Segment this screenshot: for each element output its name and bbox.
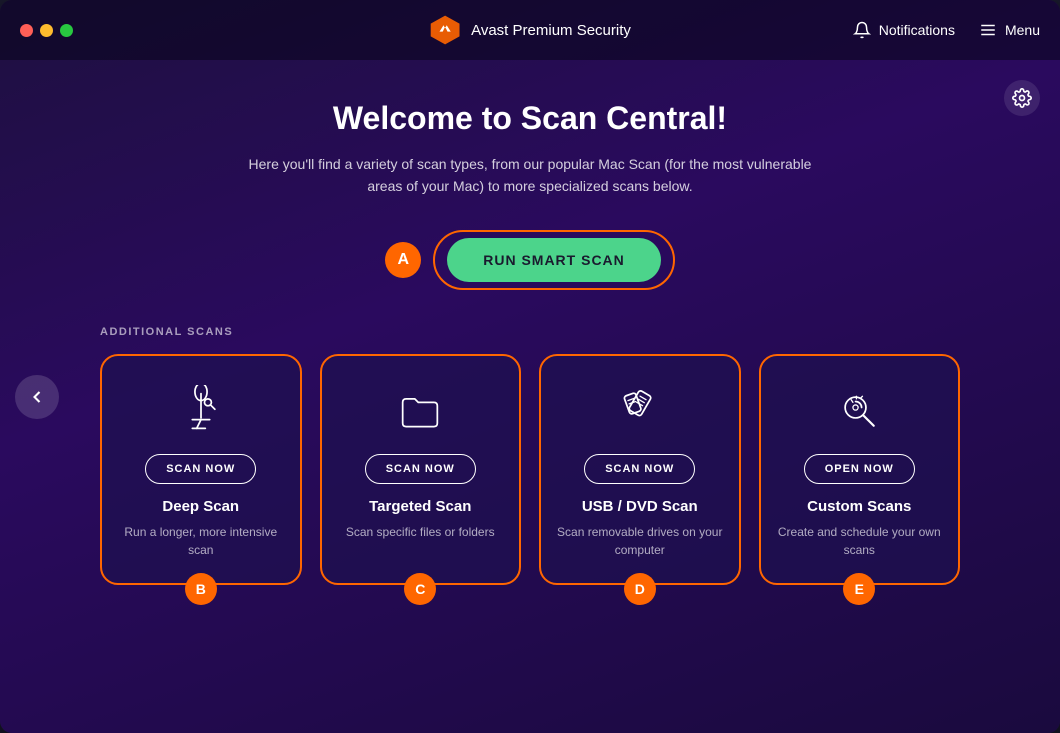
app-window: Avast Premium Security Notifications Men…	[0, 0, 1060, 733]
bell-icon	[853, 21, 871, 39]
menu-icon	[979, 21, 997, 39]
back-arrow-button[interactable]	[15, 375, 59, 419]
microscope-icon	[174, 384, 228, 438]
notifications-button[interactable]: Notifications	[853, 21, 955, 39]
custom-scans-card[interactable]: OPEN NOW Custom Scans Create and schedul…	[759, 354, 961, 585]
targeted-scan-button[interactable]: SCAN NOW	[365, 454, 476, 484]
custom-scans-button[interactable]: OPEN NOW	[804, 454, 915, 484]
deep-scan-desc: Run a longer, more intensive scan	[118, 523, 284, 559]
notifications-label: Notifications	[879, 22, 955, 38]
scan-cards: SCAN NOW Deep Scan Run a longer, more in…	[60, 354, 1000, 585]
app-title: Avast Premium Security	[471, 22, 631, 39]
usb-scan-title: USB / DVD Scan	[582, 498, 698, 515]
close-button[interactable]	[20, 24, 33, 37]
back-arrow-icon	[27, 387, 47, 407]
deep-scan-card[interactable]: SCAN NOW Deep Scan Run a longer, more in…	[100, 354, 302, 585]
menu-label: Menu	[1005, 22, 1040, 38]
run-smart-scan-button[interactable]: RUN SMART SCAN	[447, 238, 661, 282]
targeted-scan-desc: Scan specific files or folders	[346, 523, 495, 541]
smart-scan-oval: RUN SMART SCAN	[433, 230, 675, 290]
targeted-scan-card[interactable]: SCAN NOW Targeted Scan Scan specific fil…	[320, 354, 522, 585]
avast-logo-icon	[429, 14, 461, 46]
usb-scan-badge: D	[624, 573, 656, 605]
traffic-lights	[20, 24, 73, 37]
additional-scans-label: ADDITIONAL SCANS	[60, 326, 233, 338]
page-subtitle: Here you'll find a variety of scan types…	[240, 153, 820, 198]
folder-icon	[393, 384, 447, 438]
deep-scan-title: Deep Scan	[162, 498, 239, 515]
titlebar-left	[20, 24, 73, 37]
titlebar-right: Notifications Menu	[853, 21, 1040, 39]
main-content: Welcome to Scan Central! Here you'll fin…	[0, 60, 1060, 733]
titlebar-center: Avast Premium Security	[429, 14, 631, 46]
page-title: Welcome to Scan Central!	[333, 100, 727, 137]
smart-scan-area: A RUN SMART SCAN	[385, 230, 675, 290]
usb-scan-button[interactable]: SCAN NOW	[584, 454, 695, 484]
settings-icon	[1012, 88, 1032, 108]
targeted-scan-badge: C	[404, 573, 436, 605]
usb-scan-desc: Scan removable drives on your computer	[557, 523, 723, 559]
usb-scan-card[interactable]: SCAN NOW USB / DVD Scan Scan removable d…	[539, 354, 741, 585]
maximize-button[interactable]	[60, 24, 73, 37]
custom-scans-badge: E	[843, 573, 875, 605]
smart-scan-badge: A	[385, 242, 421, 278]
targeted-scan-title: Targeted Scan	[369, 498, 471, 515]
minimize-button[interactable]	[40, 24, 53, 37]
menu-button[interactable]: Menu	[979, 21, 1040, 39]
settings-button[interactable]	[1004, 80, 1040, 116]
custom-scans-desc: Create and schedule your own scans	[777, 523, 943, 559]
deep-scan-button[interactable]: SCAN NOW	[145, 454, 256, 484]
usb-icon	[613, 384, 667, 438]
custom-scans-title: Custom Scans	[807, 498, 911, 515]
titlebar: Avast Premium Security Notifications Men…	[0, 0, 1060, 60]
deep-scan-badge: B	[185, 573, 217, 605]
settings-search-icon	[832, 384, 886, 438]
